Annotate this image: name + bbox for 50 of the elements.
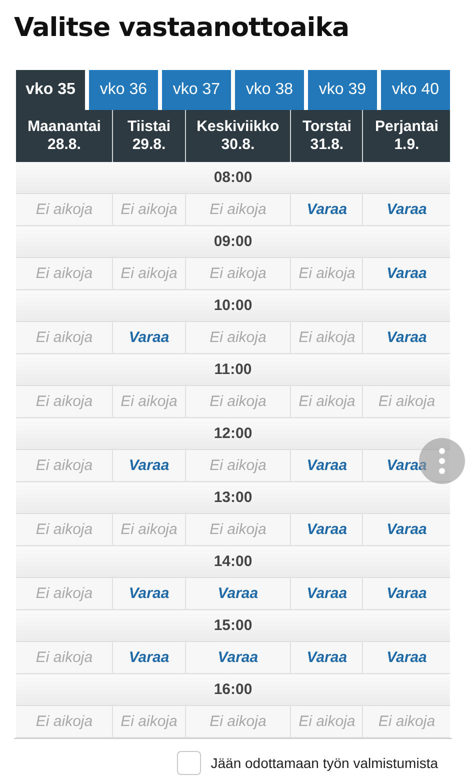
week-tab[interactable]: vko 37	[162, 70, 231, 110]
no-slots-text: Ei aikoja	[36, 649, 93, 666]
page-title: Valitse vastaanottoaika	[13, 12, 350, 45]
no-slots-text: Ei aikoja	[36, 393, 93, 410]
no-slots-text: Ei aikoja	[298, 329, 356, 346]
no-slots-text: Ei aikoja	[120, 201, 178, 218]
time-row: 14:00	[16, 546, 450, 578]
checkbox[interactable]	[176, 751, 201, 775]
time-row: 10:00	[16, 290, 450, 322]
no-slots-text: Ei aikoja	[36, 329, 93, 346]
no-slots-text: Ei aikoja	[120, 521, 178, 538]
no-slots-text: Ei aikoja	[36, 713, 93, 730]
time-row: 09:00	[16, 226, 450, 258]
time-row: 08:00	[16, 162, 450, 194]
no-slots-text: Ei aikoja	[120, 393, 178, 410]
week-tab[interactable]: vko 40	[381, 70, 450, 110]
week-tab[interactable]: vko 36	[89, 70, 158, 110]
no-slots-text: Ei aikoja	[378, 713, 436, 730]
time-row: 13:00	[16, 482, 450, 514]
time-row: 15:00	[16, 610, 450, 642]
no-slots-text: Ei aikoja	[36, 457, 93, 474]
no-slots-text: Ei aikoja	[210, 265, 266, 282]
week-tab[interactable]: vko 38	[235, 70, 304, 110]
day-header: Perjantai 1.9.	[362, 110, 450, 162]
no-slots-text: Ei aikoja	[120, 713, 178, 730]
time-row: 11:00	[16, 354, 450, 386]
no-slots-text: Ei aikoja	[120, 265, 178, 282]
checkbox-label: Jään odottamaan työn valmistumista	[210, 755, 438, 771]
time-row: 12:00	[16, 418, 450, 450]
no-slots-text: Ei aikoja	[36, 585, 93, 602]
no-slots-text: Ei aikoja	[210, 201, 266, 218]
day-header: Keskiviikko 30.8.	[185, 110, 291, 162]
week-tab[interactable]: vko 39	[308, 70, 377, 110]
no-slots-text: Ei aikoja	[210, 713, 266, 730]
no-slots-text: Ei aikoja	[210, 329, 266, 346]
no-slots-text: Ei aikoja	[210, 393, 266, 410]
no-slots-text: Ei aikoja	[36, 201, 93, 218]
no-slots-text: Ei aikoja	[210, 457, 266, 474]
week-tab[interactable]: vko 35	[16, 70, 85, 110]
time-row: 16:00	[16, 674, 450, 706]
no-slots-text: Ei aikoja	[298, 393, 356, 410]
no-slots-text: Ei aikoja	[36, 265, 93, 282]
no-slots-text: Ei aikoja	[210, 521, 266, 538]
day-header: Maanantai 28.8.	[16, 110, 113, 162]
day-header: Tiistai 29.8.	[112, 110, 186, 162]
no-slots-text: Ei aikoja	[36, 521, 93, 538]
day-header: Torstai 31.8.	[290, 110, 363, 162]
no-slots-text: Ei aikoja	[298, 265, 356, 282]
no-slots-text: Ei aikoja	[378, 393, 436, 410]
no-slots-text: Ei aikoja	[298, 713, 356, 730]
